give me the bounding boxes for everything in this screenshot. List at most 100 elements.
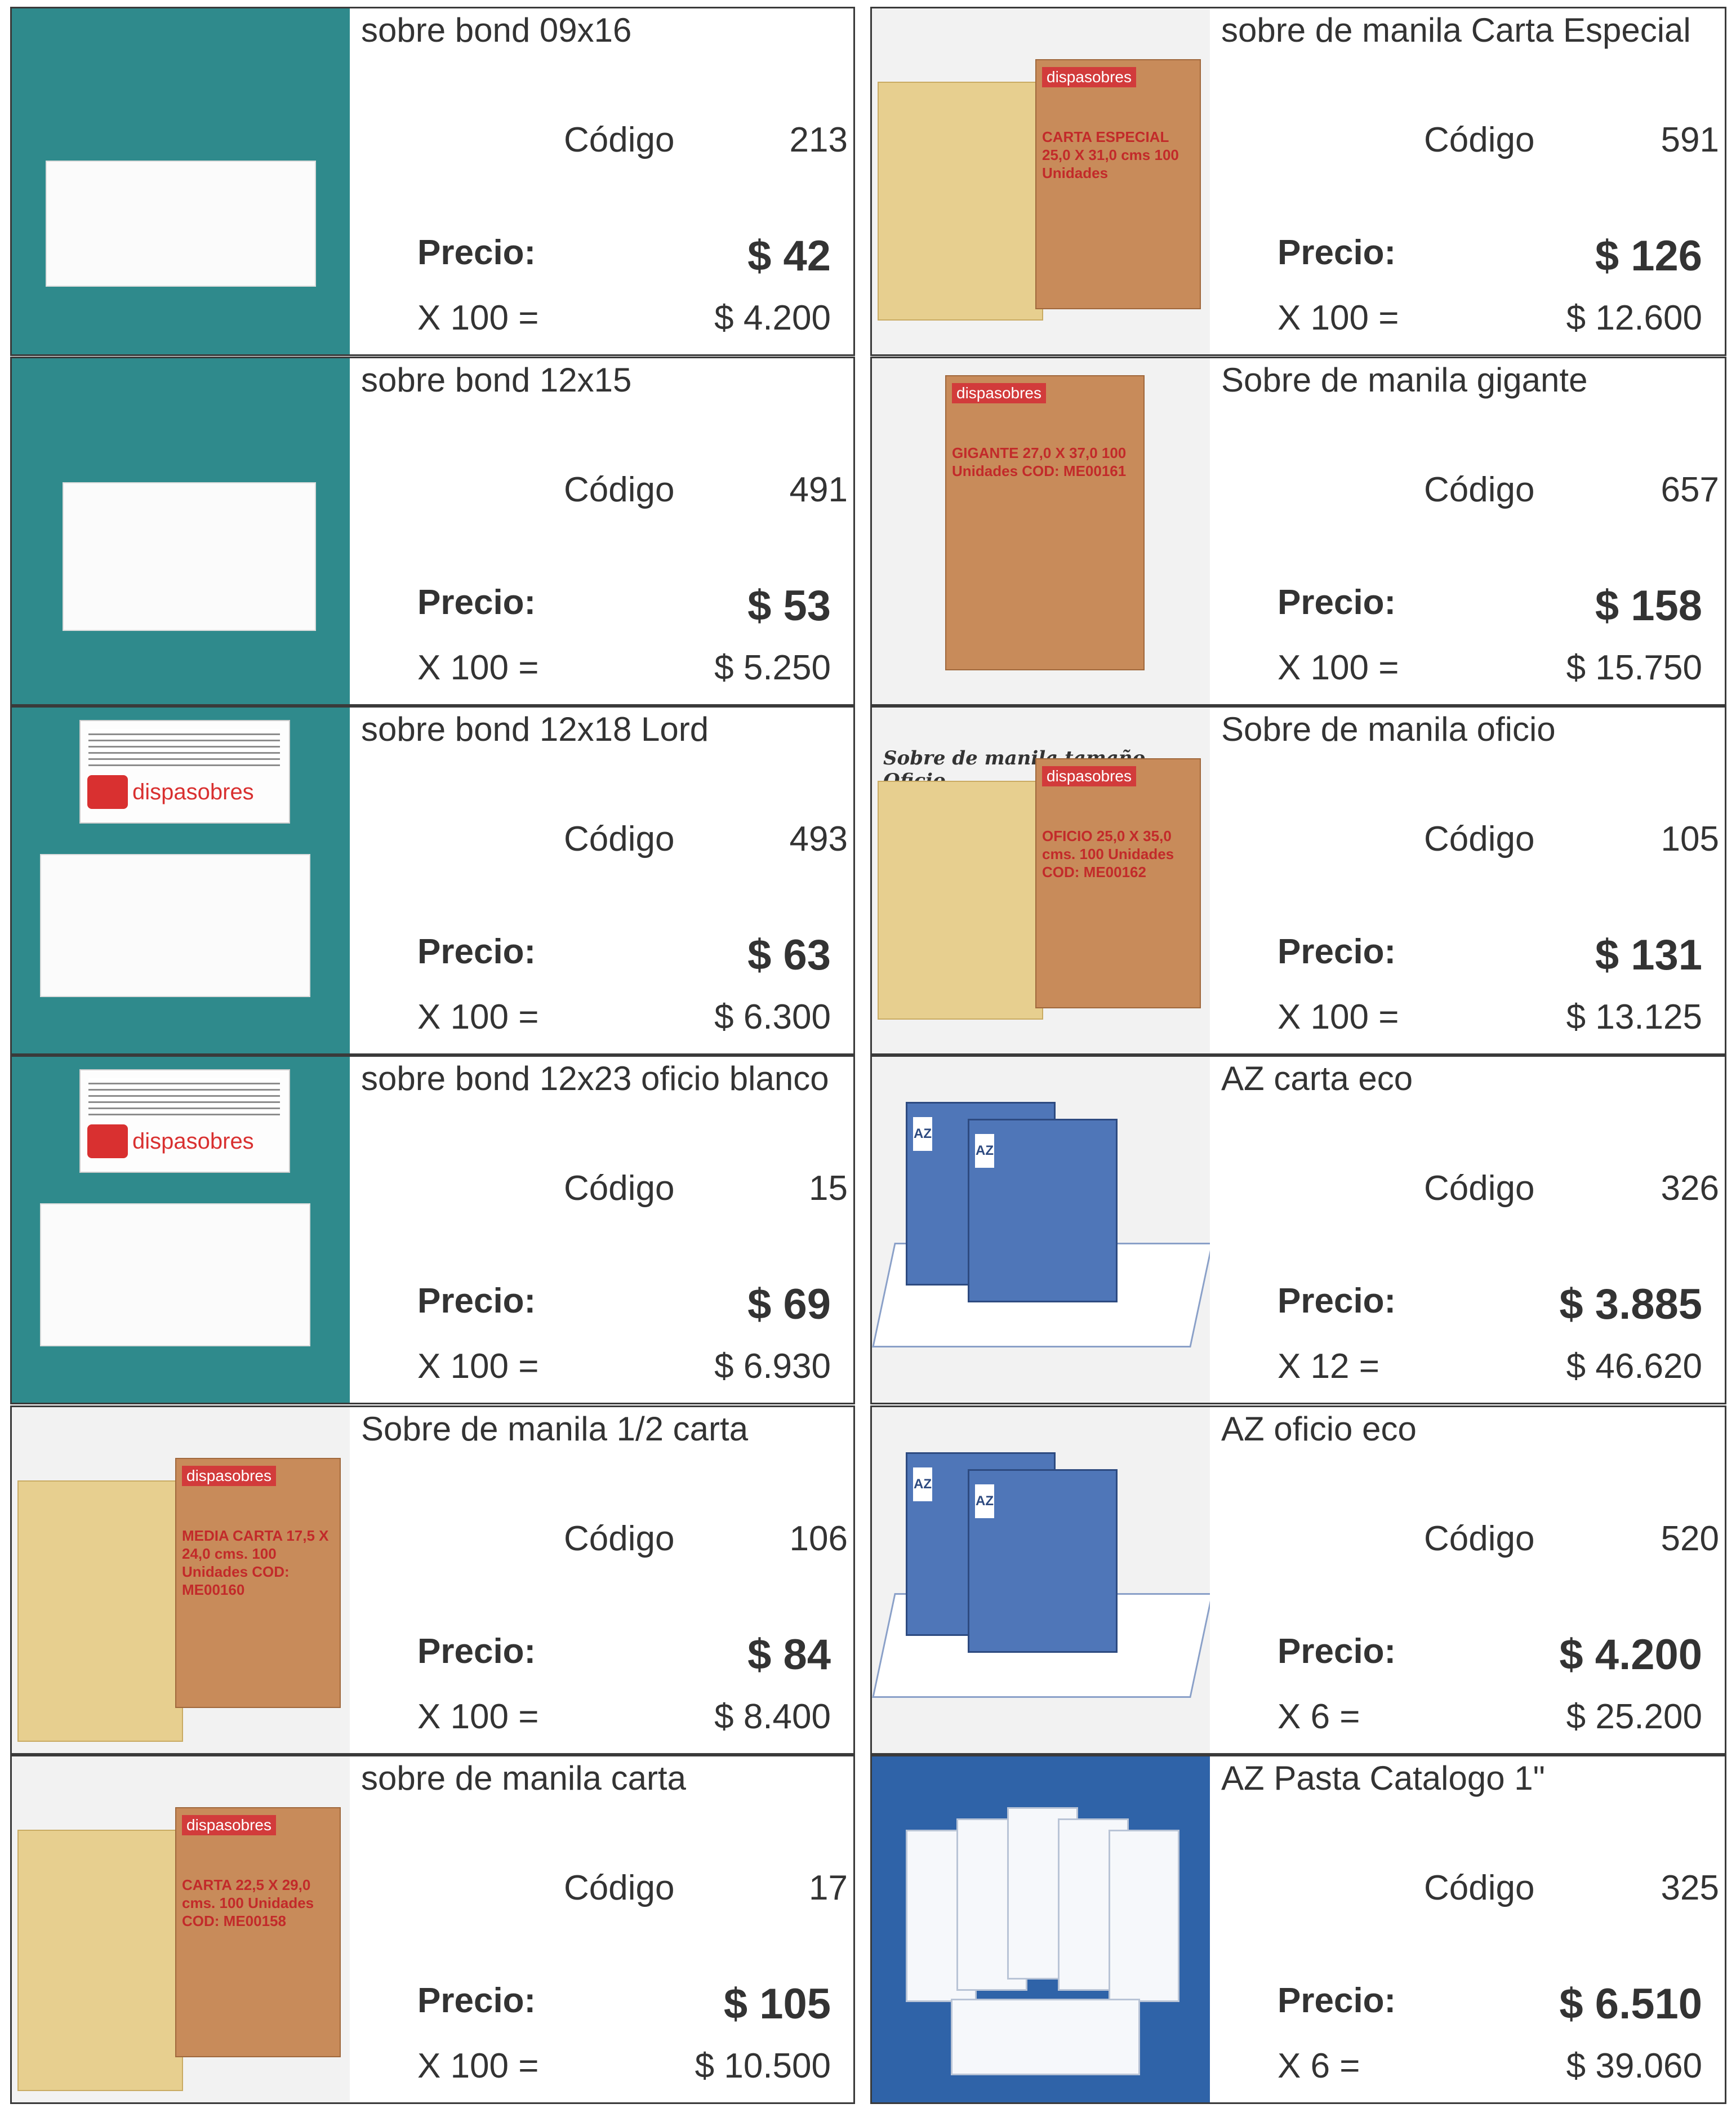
code-label: Código (1424, 1519, 1535, 1558)
product-card: dispasobres sobre bond 12x18 Lord Código 49… (10, 706, 855, 1055)
product-code: 15 (809, 1169, 848, 1208)
price-label: Precio: (417, 233, 536, 272)
total-price: $ 25.200 (1566, 1697, 1702, 1736)
code-label: Código (1424, 121, 1535, 159)
unit-price: $ 158 (1595, 582, 1702, 630)
total-price: $ 5.250 (714, 648, 831, 687)
manila-envelope-icon (878, 781, 1043, 1020)
binder-spine-label: AZ (913, 1117, 932, 1151)
price-label: Precio: (1277, 1981, 1396, 2020)
az-binder-icon: AZ (968, 1469, 1118, 1653)
product-title: AZ carta eco (1221, 1060, 1413, 1097)
product-image: AZ AZ (872, 1407, 1210, 1753)
total-price: $ 15.750 (1566, 648, 1702, 687)
product-code: 491 (789, 470, 848, 509)
product-card: dispasobres GIGANTE 27,0 X 37,0 100 Unida… (870, 357, 1726, 706)
product-title: sobre bond 09x16 (361, 11, 632, 49)
manila-envelope-icon (17, 1480, 183, 1742)
label-lines (88, 729, 280, 768)
white-envelope-icon (46, 161, 316, 287)
code-label: Código (1424, 1869, 1535, 1907)
price-label: Precio: (417, 932, 536, 971)
price-label: Precio: (1277, 233, 1396, 272)
box-brand-label: dispasobres (1042, 67, 1136, 87)
envelope-box-icon: dispasobres MEDIA CARTA 17,5 X 24,0 cms. … (175, 1458, 341, 1708)
catalog-binder-icon (1109, 1830, 1179, 2002)
box-print-text: OFICIO 25,0 X 35,0 cms. 100 Unidades COD… (1042, 828, 1174, 880)
box-print-text: MEDIA CARTA 17,5 X 24,0 cms. 100 Unidade… (182, 1527, 329, 1598)
quantity-label: X 100 = (417, 299, 539, 337)
product-code: 591 (1661, 121, 1719, 159)
quantity-label: X 100 = (1277, 648, 1399, 687)
binder-spine-label: AZ (975, 1134, 994, 1168)
quantity-label: X 100 = (1277, 299, 1399, 337)
quantity-label: X 12 = (1277, 1347, 1379, 1386)
envelope-box-icon: dispasobres CARTA ESPECIAL 25,0 X 31,0 cm… (1035, 59, 1201, 309)
code-label: Código (564, 1869, 675, 1907)
quantity-label: X 6 = (1277, 2047, 1360, 2085)
price-label: Precio: (417, 1282, 536, 1320)
product-image: dispasobres CARTA ESPECIAL 25,0 X 31,0 cm… (872, 8, 1210, 354)
box-brand-label: dispasobres (1042, 766, 1136, 786)
brand-name: dispasobres (132, 1129, 254, 1154)
unit-price: $ 53 (747, 582, 831, 630)
unit-price: $ 3.885 (1559, 1280, 1702, 1328)
brand-logo-icon (87, 1124, 128, 1158)
unit-price: $ 4.200 (1559, 1631, 1702, 1679)
product-code: 106 (789, 1519, 848, 1558)
quantity-label: X 100 = (417, 998, 539, 1037)
product-code: 17 (809, 1869, 848, 1907)
brand-label-card: dispasobres (79, 720, 290, 824)
product-code: 493 (789, 820, 848, 859)
total-price: $ 12.600 (1566, 299, 1702, 337)
box-brand-label: dispasobres (182, 1815, 276, 1835)
code-label: Código (564, 1519, 675, 1558)
brand-label-card: dispasobres (79, 1069, 290, 1173)
product-card: AZ AZ AZ oficio eco Código 520 Precio: $ 4.200… (870, 1406, 1726, 1755)
product-card: dispasobres CARTA 22,5 X 29,0 cms. 100 Un… (10, 1755, 855, 2104)
product-title: sobre bond 12x18 Lord (361, 710, 709, 748)
unit-price: $ 126 (1595, 232, 1702, 280)
envelope-box-icon: dispasobres OFICIO 25,0 X 35,0 cms. 100 U… (1035, 758, 1201, 1008)
white-envelope-icon (63, 482, 316, 631)
code-label: Código (564, 121, 675, 159)
product-card: AZ AZ AZ carta eco Código 326 Precio: $ 3.885 X… (870, 1055, 1726, 1404)
product-card: AZ Pasta Catalogo 1" Código 325 Precio: $ 6.… (870, 1755, 1726, 2104)
product-image (872, 1756, 1210, 2102)
price-label: Precio: (417, 583, 536, 622)
white-envelope-icon (40, 1203, 310, 1346)
az-binder-icon: AZ (968, 1119, 1118, 1302)
binder-spine-label: AZ (913, 1467, 932, 1501)
product-title: sobre bond 12x23 oficio blanco (361, 1060, 829, 1097)
box-brand-label: dispasobres (182, 1466, 276, 1486)
product-card: Sobre de manila tamaño Oficiodispasobres… (870, 706, 1726, 1055)
product-card: dispasobres sobre bond 12x23 oficio blanc… (10, 1055, 855, 1404)
envelope-box-icon: dispasobres GIGANTE 27,0 X 37,0 100 Unida… (945, 375, 1145, 670)
code-label: Código (1424, 470, 1535, 509)
product-title: sobre bond 12x15 (361, 361, 632, 399)
total-price: $ 6.300 (714, 998, 831, 1037)
price-label: Precio: (417, 1981, 536, 2020)
quantity-label: X 100 = (1277, 998, 1399, 1037)
product-title: Sobre de manila gigante (1221, 361, 1588, 399)
price-label: Precio: (417, 1632, 536, 1671)
quantity-label: X 100 = (417, 2047, 539, 2085)
code-label: Código (564, 1169, 675, 1208)
product-image: Sobre de manila tamaño Oficiodispasobres… (872, 708, 1210, 1053)
unit-price: $ 131 (1595, 931, 1702, 979)
unit-price: $ 105 (723, 1980, 831, 2028)
product-code: 325 (1661, 1869, 1719, 1907)
quantity-label: X 100 = (417, 1347, 539, 1386)
unit-price: $ 6.510 (1559, 1980, 1702, 2028)
total-price: $ 6.930 (714, 1347, 831, 1386)
product-title: AZ Pasta Catalogo 1" (1221, 1759, 1545, 1797)
open-catalog-binder-icon (951, 1999, 1140, 2075)
manila-envelope-icon (878, 82, 1043, 321)
brand-logo-icon (87, 775, 128, 809)
product-code: 657 (1661, 470, 1719, 509)
box-print-text: CARTA 22,5 X 29,0 cms. 100 Unidades COD:… (182, 1876, 314, 1929)
price-label: Precio: (1277, 932, 1396, 971)
code-label: Código (564, 470, 675, 509)
code-label: Código (564, 820, 675, 859)
product-image: dispasobres (12, 1057, 350, 1403)
